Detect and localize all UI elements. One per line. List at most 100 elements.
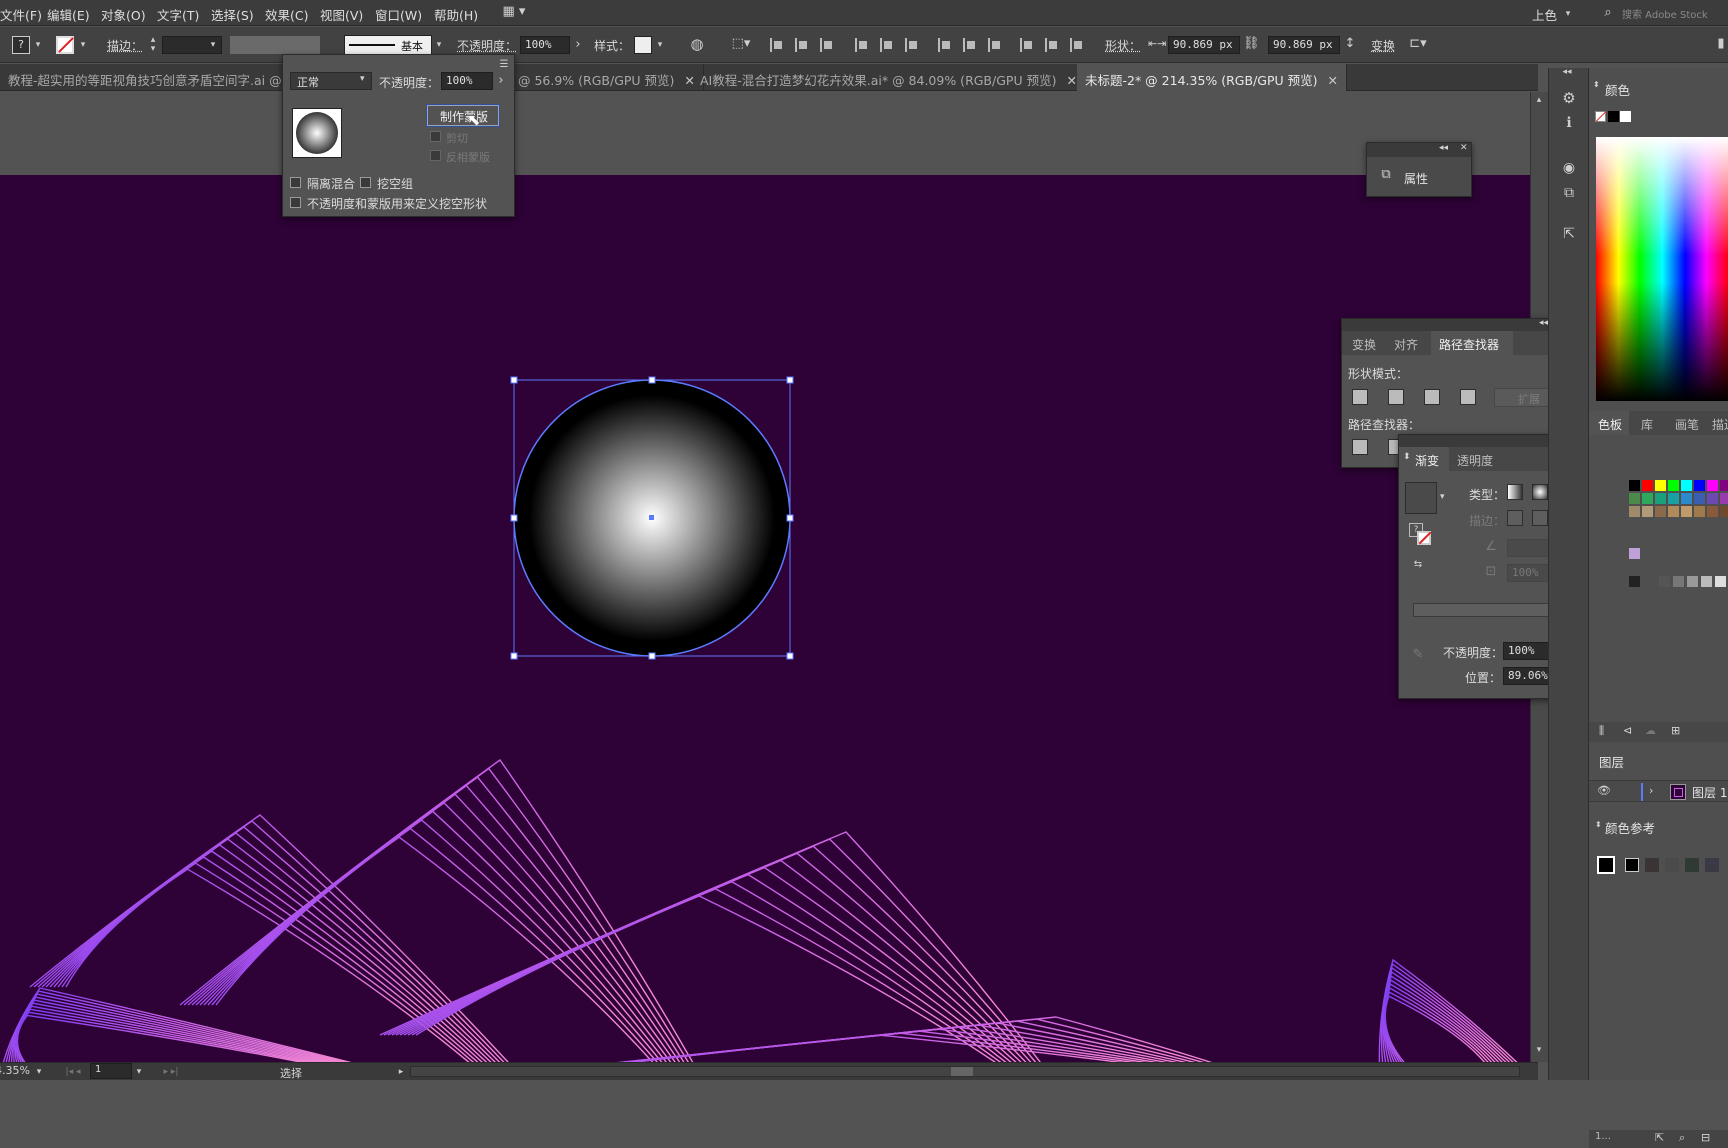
swatch-grid[interactable] bbox=[1629, 480, 1728, 590]
height-field[interactable]: 90.869 px bbox=[1268, 36, 1340, 54]
make-mask-button[interactable]: 制作蒙版 bbox=[427, 105, 499, 126]
tab-stroke[interactable]: 描边 bbox=[1712, 416, 1728, 433]
artboard-number-field[interactable]: 1 bbox=[90, 1063, 132, 1079]
menu-help[interactable]: 帮助(H) bbox=[434, 5, 478, 24]
color-swatch[interactable] bbox=[1642, 480, 1653, 491]
opacity-field[interactable]: 100% bbox=[520, 36, 570, 54]
tab-transparency[interactable]: 透明度 bbox=[1457, 452, 1493, 469]
tab-libraries[interactable]: 库 bbox=[1641, 416, 1653, 433]
distribute-bottom-icon[interactable] bbox=[988, 38, 1002, 52]
link-proportions-icon[interactable]: ⛓ bbox=[1243, 36, 1260, 52]
color-swatch[interactable] bbox=[1681, 480, 1692, 491]
linear-gradient-icon[interactable] bbox=[1507, 484, 1523, 500]
shape-label[interactable]: 形状： bbox=[1105, 37, 1141, 54]
color-swatch[interactable] bbox=[1707, 480, 1718, 491]
color-swatch[interactable] bbox=[1715, 576, 1726, 587]
pasteboard[interactable] bbox=[0, 92, 1530, 175]
collapse-icon[interactable]: ◂◂ bbox=[1539, 318, 1548, 328]
tab-document-active[interactable]: 未标题-2* @ 214.35% (RGB/GPU 预览) ✕ bbox=[1077, 64, 1347, 91]
properties-icon[interactable]: ⧉ bbox=[1377, 167, 1395, 183]
gradient-preview-swatch[interactable] bbox=[1405, 482, 1437, 514]
align-bottom-icon[interactable] bbox=[905, 38, 919, 52]
isolate-blending-checkbox[interactable] bbox=[290, 177, 301, 188]
opacity-label[interactable]: 不透明度： bbox=[457, 37, 517, 54]
color-swatch[interactable] bbox=[1668, 480, 1679, 491]
status-menu-icon[interactable]: ▸ bbox=[396, 1064, 406, 1080]
tab-document-1[interactable]: 教程-超实用的等距视角技巧创意矛盾空间字.ai @ 4 bbox=[0, 64, 286, 91]
radial-gradient-icon[interactable] bbox=[1532, 484, 1548, 500]
scroll-up-icon[interactable]: ▴ bbox=[1532, 92, 1546, 108]
color-swatch[interactable] bbox=[1720, 480, 1728, 491]
distribute-right-icon[interactable] bbox=[1070, 38, 1084, 52]
collapse-icon[interactable]: ◂◂ bbox=[1439, 143, 1448, 153]
chevron-down-icon[interactable]: ▾ bbox=[34, 1064, 44, 1080]
graphic-style-swatch[interactable] bbox=[634, 36, 652, 54]
transform-icon[interactable]: ⧉ bbox=[1561, 185, 1577, 201]
tab-collapse-icon[interactable]: ⬍ bbox=[1595, 820, 1602, 829]
unite-icon[interactable] bbox=[1352, 389, 1368, 405]
base-color-swatch[interactable] bbox=[1597, 856, 1615, 874]
color-swatch[interactable] bbox=[1629, 548, 1640, 559]
color-spectrum[interactable] bbox=[1596, 137, 1728, 401]
stroke-swatch[interactable] bbox=[56, 36, 74, 54]
chevron-down-icon[interactable]: ▾ bbox=[33, 37, 43, 53]
align-left-icon[interactable] bbox=[770, 38, 784, 52]
guide-swatch-2[interactable] bbox=[1645, 858, 1659, 872]
isolate-object-icon[interactable]: ⊏▾ bbox=[1405, 36, 1431, 52]
eye-icon[interactable]: 👁 bbox=[1597, 784, 1611, 797]
color-swatch[interactable] bbox=[1655, 493, 1666, 504]
distribute-vcenter-icon[interactable] bbox=[963, 38, 977, 52]
chevron-down-icon[interactable]: ▾ bbox=[208, 37, 218, 53]
guide-swatch-3[interactable] bbox=[1665, 858, 1679, 872]
export-icon[interactable]: ⇱ bbox=[1655, 1131, 1664, 1144]
color-swatch[interactable] bbox=[1720, 493, 1728, 504]
layer-row[interactable]: 👁 › 图层 1 bbox=[1589, 780, 1728, 802]
color-swatch[interactable] bbox=[1642, 493, 1653, 504]
grid-view-icon[interactable]: ⊞ bbox=[1671, 724, 1680, 737]
close-icon[interactable]: ✕ bbox=[1328, 73, 1338, 88]
menu-type[interactable]: 文字(T) bbox=[157, 5, 199, 24]
tab-pathfinder[interactable]: 路径查找器 bbox=[1431, 331, 1513, 355]
transform-link[interactable]: 变换 bbox=[1371, 37, 1395, 54]
color-swatch[interactable] bbox=[1629, 506, 1640, 517]
menu-view[interactable]: 视图(V) bbox=[320, 5, 363, 24]
tab-brushes[interactable]: 画笔 bbox=[1675, 416, 1699, 433]
exclude-icon[interactable] bbox=[1460, 389, 1476, 405]
align-to-icon[interactable]: ⬚▾ bbox=[728, 36, 754, 52]
properties-panel-header[interactable]: ◂◂ ✕ bbox=[1367, 143, 1471, 157]
stroke-within-icon[interactable] bbox=[1507, 510, 1523, 526]
chevron-down-icon[interactable]: ▾ bbox=[1562, 6, 1574, 22]
menu-effect[interactable]: 效果(C) bbox=[265, 5, 308, 24]
swatch-kind-icon[interactable]: ⊲ bbox=[1623, 724, 1632, 737]
horizontal-scrollbar[interactable] bbox=[410, 1066, 1520, 1077]
appearance-icon[interactable]: ◉ bbox=[1561, 160, 1577, 176]
stroke-stepper-icon[interactable]: ▴ ▾ bbox=[148, 36, 158, 54]
reverse-gradient-icon[interactable]: ⇆ bbox=[1409, 557, 1427, 573]
stock-search-input[interactable]: 搜索 Adobe Stock bbox=[1622, 6, 1708, 21]
location-field[interactable]: 89.06% bbox=[1503, 667, 1553, 685]
align-top-icon[interactable] bbox=[855, 38, 869, 52]
black-swatch[interactable] bbox=[1608, 111, 1619, 122]
chevron-down-icon[interactable]: ▾ bbox=[134, 1064, 144, 1080]
color-swatch[interactable] bbox=[1629, 493, 1640, 504]
white-swatch[interactable] bbox=[1620, 111, 1631, 122]
tab-collapse-icon[interactable]: ⬍ bbox=[1593, 80, 1600, 89]
color-swatch[interactable] bbox=[1673, 576, 1684, 587]
color-swatch[interactable] bbox=[1701, 576, 1712, 587]
first-artboard-icon[interactable]: |◂ ◂ bbox=[58, 1064, 88, 1080]
workspace-name[interactable]: 上色 bbox=[1532, 5, 1557, 24]
color-swatch[interactable] bbox=[1659, 576, 1670, 587]
tab-align[interactable]: 对齐 bbox=[1394, 336, 1418, 353]
zoom-field[interactable]: 214.35% bbox=[0, 1064, 30, 1077]
info-icon[interactable]: ℹ bbox=[1561, 115, 1577, 131]
gear-icon[interactable]: ⚙ bbox=[1561, 90, 1577, 106]
tab-transform[interactable]: 变换 bbox=[1352, 336, 1376, 353]
guide-swatch-4[interactable] bbox=[1685, 858, 1699, 872]
brush-definition[interactable]: 基本 bbox=[344, 35, 432, 55]
close-icon[interactable]: ✕ bbox=[1460, 143, 1468, 153]
fill-swatch[interactable]: ? bbox=[12, 36, 30, 54]
layers-panel-title[interactable]: 图层 bbox=[1599, 752, 1624, 771]
artboard-canvas[interactable] bbox=[0, 175, 1530, 1063]
color-swatch[interactable] bbox=[1694, 506, 1705, 517]
color-swatch[interactable] bbox=[1694, 480, 1705, 491]
